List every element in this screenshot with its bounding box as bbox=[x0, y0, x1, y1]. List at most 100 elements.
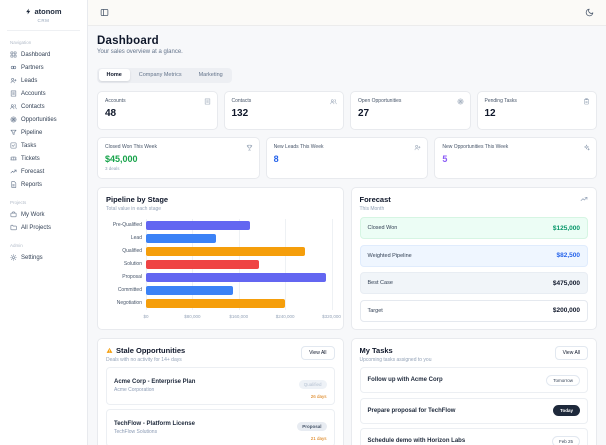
sidebar-item-accounts[interactable]: Accounts bbox=[0, 87, 87, 100]
user-plus-icon bbox=[414, 144, 421, 151]
stat-label: Contacts bbox=[231, 97, 252, 104]
stale-opportunity-row[interactable]: Acme Corp - Enterprise Plan Acme Corporat… bbox=[106, 367, 335, 405]
opportunity-name: Acme Corp - Enterprise Plan bbox=[114, 378, 196, 385]
sidebar: atonom CRM Navigation Dashboard Partners Le… bbox=[0, 0, 88, 445]
highlight-value: 8 bbox=[273, 153, 279, 164]
chart-row-negotiation: Negotiation bbox=[106, 297, 335, 310]
stat-value: 132 bbox=[231, 107, 249, 119]
tasks-panel-subtitle: Upcoming tasks assigned to you bbox=[359, 356, 432, 363]
sidebar-item-settings[interactable]: Settings bbox=[0, 251, 87, 264]
trending-up-icon bbox=[580, 195, 588, 203]
task-row[interactable]: Schedule demo with Horizon Labs Feb 25 bbox=[359, 428, 588, 445]
sidebar-toggle-button[interactable] bbox=[98, 6, 111, 19]
forecast-row-closed-won: Closed Won $125,000 bbox=[359, 217, 588, 239]
sidebar-item-label: Pipeline bbox=[21, 129, 43, 136]
pipeline-panel: Pipeline by Stage Total value in each st… bbox=[97, 186, 344, 330]
highlight-label: New Opportunities This Week bbox=[442, 143, 509, 150]
chart-tick-label: $80,000 bbox=[184, 313, 201, 319]
forecast-row-label: Closed Won bbox=[367, 225, 398, 231]
chart-row-pre-qualified: Pre-Qualified bbox=[106, 219, 335, 232]
sidebar-item-label: Tickets bbox=[21, 155, 40, 162]
chart-track bbox=[146, 284, 332, 297]
highlight-row: Closed Won This Week $45,000 3 deals New Le… bbox=[97, 136, 597, 179]
logo: atonom CRM bbox=[7, 7, 80, 31]
days-inactive: 26 days bbox=[310, 393, 327, 399]
chart-row-qualified: Qualified bbox=[106, 245, 335, 258]
stale-view-all-button[interactable]: View All bbox=[301, 345, 335, 360]
reports-icon bbox=[10, 181, 17, 188]
chart-row-proposal: Proposal bbox=[106, 271, 335, 284]
sidebar-item-label: Accounts bbox=[21, 90, 46, 97]
sidebar-item-leads[interactable]: Leads bbox=[0, 74, 87, 87]
opportunities-icon bbox=[10, 116, 17, 123]
sidebar-item-contacts[interactable]: Contacts bbox=[0, 100, 87, 113]
logo-icon bbox=[25, 8, 32, 15]
task-row[interactable]: Follow up with Acme Corp Tomorrow bbox=[359, 367, 588, 393]
highlight-card-new-opportunities-this-week: New Opportunities This Week 5 bbox=[434, 136, 597, 179]
stat-card-pending-tasks: Pending Tasks 12 bbox=[476, 90, 597, 130]
forecast-row-best-case: Best Case $475,000 bbox=[359, 272, 588, 294]
chart-track bbox=[146, 219, 332, 232]
warning-icon bbox=[106, 347, 113, 354]
task-due-badge: Today bbox=[553, 405, 580, 416]
sidebar-item-tickets[interactable]: Tickets bbox=[0, 152, 87, 165]
stage-badge: Qualified bbox=[298, 380, 327, 389]
chart-tick-label: $320,000 bbox=[322, 313, 341, 319]
chart-track bbox=[146, 297, 332, 310]
main-column: Dashboard Your sales overview at a glanc… bbox=[88, 0, 606, 445]
chart-bar-qualified bbox=[146, 246, 306, 256]
sidebar-section-label: Admin bbox=[10, 243, 23, 248]
sidebar-item-reports[interactable]: Reports bbox=[0, 178, 87, 191]
stat-value: 27 bbox=[358, 107, 370, 119]
task-label: Schedule demo with Horizon Labs bbox=[367, 438, 466, 444]
sidebar-item-all-projects[interactable]: All Projects bbox=[0, 221, 87, 234]
highlight-value: $45,000 bbox=[105, 153, 138, 164]
forecast-row-value: $82,500 bbox=[556, 252, 581, 259]
chart-category-label: Qualified bbox=[122, 248, 142, 254]
tab-marketing[interactable]: Marketing bbox=[191, 69, 231, 81]
forecast-row-weighted-pipeline: Weighted Pipeline $82,500 bbox=[359, 244, 588, 267]
stat-label: Pending Tasks bbox=[484, 97, 517, 104]
chart-bar-pre-qualified bbox=[146, 220, 251, 230]
stale-panel-title: Stale Opportunities bbox=[116, 345, 186, 355]
target-icon bbox=[457, 98, 464, 105]
sparkles-icon bbox=[583, 144, 590, 151]
tab-home[interactable]: Home bbox=[98, 69, 130, 81]
chart-bar-negotiation bbox=[146, 298, 286, 308]
logo-text: atonom bbox=[34, 7, 62, 16]
stale-panel-subtitle: Deals with no activity for 14+ days bbox=[106, 356, 182, 363]
users-icon bbox=[330, 98, 337, 105]
chart-bar-proposal bbox=[146, 272, 326, 282]
app-window: atonom CRM Navigation Dashboard Partners Le… bbox=[0, 0, 606, 445]
sidebar-item-tasks[interactable]: Tasks bbox=[0, 139, 87, 152]
sidebar-item-label: My Work bbox=[21, 211, 45, 218]
sidebar-item-label: Opportunities bbox=[21, 116, 57, 123]
sidebar-item-partners[interactable]: Partners bbox=[0, 61, 87, 74]
task-due-badge: Feb 25 bbox=[551, 435, 580, 445]
dashboard-icon bbox=[10, 51, 17, 58]
sidebar-item-pipeline[interactable]: Pipeline bbox=[0, 126, 87, 139]
chart-track bbox=[146, 232, 332, 245]
sidebar-item-opportunities[interactable]: Opportunities bbox=[0, 113, 87, 126]
pipeline-panel-subtitle: Total value in each stage bbox=[106, 205, 162, 212]
highlight-card-new-leads-this-week: New Leads This Week 8 bbox=[265, 136, 429, 179]
stale-opportunities-panel: Stale Opportunities Deals with no activi… bbox=[97, 337, 344, 445]
stat-label: Open Opportunities bbox=[358, 97, 402, 104]
dashboard-tabs: Home Company Metrics Marketing bbox=[97, 67, 233, 83]
forecast-row-label: Target bbox=[367, 307, 383, 314]
sidebar-item-dashboard[interactable]: Dashboard bbox=[0, 48, 87, 61]
task-label: Prepare proposal for TechFlow bbox=[367, 407, 456, 414]
sidebar-item-label: Forecast bbox=[21, 168, 45, 175]
task-row[interactable]: Prepare proposal for TechFlow Today bbox=[359, 397, 588, 424]
my-work-icon bbox=[10, 211, 17, 218]
stale-opportunity-row[interactable]: TechFlow - Platform License TechFlow Solu… bbox=[106, 409, 335, 445]
chart-track bbox=[146, 245, 332, 258]
sidebar-item-label: Settings bbox=[21, 254, 43, 261]
building-icon bbox=[204, 98, 211, 105]
sidebar-item-my-work[interactable]: My Work bbox=[0, 208, 87, 221]
tab-company-metrics[interactable]: Company Metrics bbox=[131, 69, 190, 81]
sidebar-item-forecast[interactable]: Forecast bbox=[0, 165, 87, 178]
stat-card-open-opportunities: Open Opportunities 27 bbox=[350, 90, 471, 130]
tasks-view-all-button[interactable]: View All bbox=[554, 345, 588, 360]
theme-toggle-button[interactable] bbox=[583, 6, 596, 19]
